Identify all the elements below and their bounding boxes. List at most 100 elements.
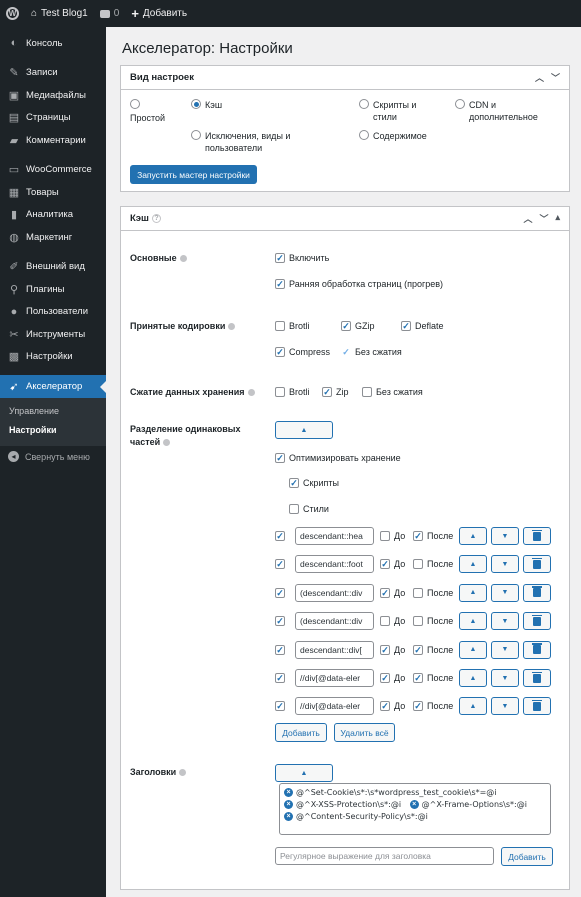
checkbox-storage-zip[interactable]: Zip: [322, 387, 349, 397]
row-before-checkbox[interactable]: До: [380, 531, 405, 541]
menu-item-appearance[interactable]: ✐ Внешний вид: [0, 256, 106, 279]
selector-input[interactable]: descendant::foot: [295, 555, 374, 574]
move-down-button[interactable]: ▼: [491, 612, 519, 631]
help-icon[interactable]: [247, 389, 255, 397]
submenu-item-manage[interactable]: Управление: [0, 402, 106, 421]
row-enabled-checkbox[interactable]: [275, 673, 285, 683]
radio-scripts-styles[interactable]: Скрипты и стили: [359, 99, 441, 123]
toggle-collapse-button[interactable]: ▲: [275, 421, 333, 439]
move-up-button[interactable]: ▲: [459, 640, 487, 659]
delete-all-button[interactable]: Удалить всё: [334, 723, 395, 742]
move-down-icon[interactable]: ﹀: [551, 71, 560, 84]
row-enabled-checkbox[interactable]: [275, 531, 285, 541]
row-before-checkbox[interactable]: До: [380, 673, 405, 683]
move-up-icon[interactable]: ︿: [523, 212, 532, 225]
checkbox-storage-no-compression[interactable]: Без сжатия: [362, 387, 423, 397]
row-after-checkbox[interactable]: После: [413, 559, 453, 570]
delete-row-button[interactable]: [523, 697, 551, 716]
selector-input[interactable]: descendant::div[: [295, 640, 374, 659]
menu-item-settings[interactable]: ▩ Настройки: [0, 346, 106, 369]
move-down-button[interactable]: ▼: [491, 669, 519, 687]
menu-item-plugins[interactable]: ⚲ Плагины: [0, 278, 106, 301]
delete-row-button[interactable]: [523, 583, 551, 602]
new-content-link[interactable]: + Добавить: [125, 0, 193, 27]
selector-input[interactable]: //div[@data-eler: [295, 669, 374, 687]
help-icon[interactable]: [179, 769, 187, 777]
comments-link[interactable]: 0: [94, 0, 126, 27]
row-before-checkbox[interactable]: До: [380, 587, 405, 598]
move-down-button[interactable]: ▼: [491, 583, 519, 602]
row-before-checkbox[interactable]: До: [380, 701, 405, 712]
toggle-headers-button[interactable]: ▲: [275, 764, 333, 782]
checkbox-deflate[interactable]: Deflate: [401, 321, 444, 331]
row-enabled-checkbox[interactable]: [275, 616, 285, 627]
radio-exclusions[interactable]: Исключения, виды и пользователи: [191, 130, 309, 154]
submenu-item-settings[interactable]: Настройки: [0, 421, 106, 440]
move-up-button[interactable]: ▲: [459, 583, 487, 602]
checkbox-enable[interactable]: Включить: [275, 253, 329, 263]
checkbox-no-compression[interactable]: Без сжатия: [341, 347, 402, 357]
menu-item-comments[interactable]: ▰ Комментарии: [0, 129, 106, 152]
menu-item-products[interactable]: ▦ Товары: [0, 181, 106, 204]
help-icon[interactable]: ?: [151, 213, 161, 223]
menu-item-dashboard[interactable]: ◐ Консоль: [0, 32, 106, 55]
help-icon[interactable]: [179, 255, 187, 263]
menu-item-tools[interactable]: ✂ Инструменты: [0, 323, 106, 346]
row-enabled-checkbox[interactable]: [275, 559, 285, 570]
headers-list[interactable]: × @^Set-Cookie\s*:\s*wordpress_test_cooki…: [279, 783, 551, 835]
collapse-menu-button[interactable]: ◂ Свернуть меню: [0, 446, 106, 468]
selector-input[interactable]: //div[@data-eler: [295, 697, 374, 716]
wordpress-logo-icon[interactable]: W: [0, 0, 25, 27]
remove-icon[interactable]: ×: [284, 800, 293, 809]
run-wizard-button[interactable]: Запустить мастер настройки: [130, 165, 257, 184]
row-enabled-checkbox[interactable]: [275, 644, 285, 655]
move-down-button[interactable]: ▼: [491, 527, 519, 545]
selector-input[interactable]: (descendant::div: [295, 583, 374, 602]
delete-row-button[interactable]: [523, 640, 551, 659]
row-before-checkbox[interactable]: До: [380, 644, 405, 655]
menu-item-users[interactable]: ● Пользователи: [0, 301, 106, 324]
remove-icon[interactable]: ×: [284, 788, 293, 797]
radio-simple[interactable]: Простой: [130, 99, 175, 124]
remove-icon[interactable]: ×: [284, 812, 293, 821]
radio-cache[interactable]: Кэш: [191, 99, 311, 111]
move-up-icon[interactable]: ︿: [535, 71, 544, 84]
menu-item-accelerator[interactable]: ➹ Акселератор: [0, 375, 106, 398]
header-regex-input[interactable]: Регулярное выражение для заголовка: [275, 847, 494, 865]
checkbox-styles[interactable]: Стили: [289, 504, 329, 514]
menu-item-woocommerce[interactable]: ▭ WooCommerce: [0, 159, 106, 182]
row-after-checkbox[interactable]: После: [413, 644, 453, 655]
checkbox-gzip[interactable]: GZip: [341, 321, 375, 331]
selector-input[interactable]: descendant::hea: [295, 527, 374, 545]
checkbox-optimize-storage[interactable]: Оптимизировать хранение: [275, 453, 401, 463]
row-after-checkbox[interactable]: После: [413, 531, 453, 541]
move-up-button[interactable]: ▲: [459, 669, 487, 687]
row-after-checkbox[interactable]: После: [413, 673, 453, 683]
checkbox-scripts[interactable]: Скрипты: [289, 478, 339, 488]
add-row-button[interactable]: Добавить: [275, 723, 327, 742]
move-up-button[interactable]: ▲: [459, 555, 487, 574]
menu-item-marketing[interactable]: ◍ Маркетинг: [0, 226, 106, 249]
row-before-checkbox[interactable]: До: [380, 616, 405, 627]
delete-row-button[interactable]: [523, 555, 551, 574]
move-down-button[interactable]: ▼: [491, 640, 519, 659]
menu-item-media[interactable]: ▣ Медиафайлы: [0, 84, 106, 107]
delete-row-button[interactable]: [523, 612, 551, 631]
checkbox-brotli[interactable]: Brotli: [275, 321, 310, 331]
row-after-checkbox[interactable]: После: [413, 587, 453, 598]
menu-item-pages[interactable]: ▤ Страницы: [0, 107, 106, 130]
site-name-link[interactable]: ⌂ Test Blog1: [25, 0, 94, 27]
move-up-button[interactable]: ▲: [459, 612, 487, 631]
menu-item-analytics[interactable]: ▮ Аналитика: [0, 204, 106, 227]
row-enabled-checkbox[interactable]: [275, 587, 285, 598]
add-header-button[interactable]: Добавить: [501, 847, 553, 866]
row-after-checkbox[interactable]: После: [413, 616, 453, 627]
move-up-button[interactable]: ▲: [459, 527, 487, 545]
checkbox-prewarm[interactable]: Ранняя обработка страниц (прогрев): [275, 279, 443, 289]
help-icon[interactable]: [228, 323, 236, 331]
row-after-checkbox[interactable]: После: [413, 701, 453, 712]
move-down-icon[interactable]: ﹀: [539, 212, 548, 225]
help-icon[interactable]: [163, 439, 171, 447]
toggle-panel-icon[interactable]: ▴: [555, 212, 560, 225]
move-up-button[interactable]: ▲: [459, 697, 487, 716]
